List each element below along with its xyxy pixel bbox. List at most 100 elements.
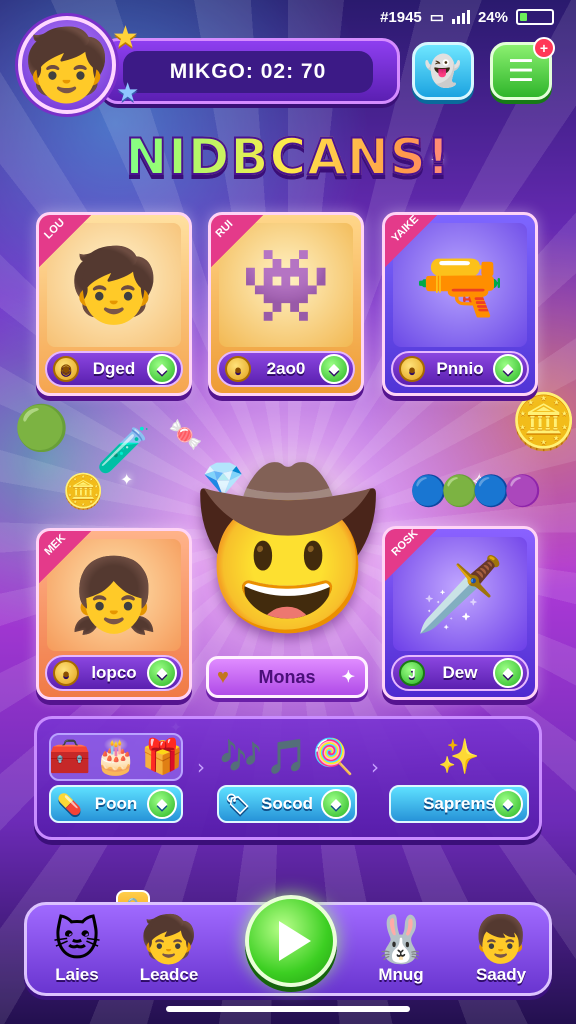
go-button[interactable]: ◆ [147,789,177,819]
top-bar: MIKGO: 02: 70 [100,38,400,104]
nav-label: Mnug [378,965,424,984]
star-icon: ★ [112,20,139,55]
select-card-button[interactable]: ◆ [493,354,523,384]
character-card[interactable]: 👧 MEK ● lopco ◆ [36,528,192,700]
play-icon [279,921,311,961]
menu-icon: ☰ [507,53,535,89]
hero-name: Monas [258,666,316,687]
character-card[interactable]: 🧒 LOU ◉ Dged ◆ [36,212,192,396]
weapon-card[interactable]: 🔫 YAIKE ● Pnnio ◆ [382,212,538,396]
music-note-icon: 🎵 [265,737,309,777]
item-button[interactable]: 💊 Poon ◆ [49,785,183,823]
home-indicator[interactable] [166,1006,410,1012]
select-card-button[interactable]: ◆ [147,658,177,688]
card-label-bar: ◉ Dged ◆ [45,351,183,387]
box-icon: 🧰 [48,737,91,777]
card-label-bar: J Dew ◆ [391,655,529,691]
menu-button[interactable]: ☰ + [490,37,555,100]
cat-icon: 🐱 [53,912,101,966]
hero-label[interactable]: ♥ Monas ✦ [206,656,368,698]
boy-icon: 👦 [472,912,530,966]
bunny-icon: 🐰 [372,912,430,966]
nav-label: Leadce [139,965,199,984]
card-ribbon: RUI [211,215,263,267]
clock: #1945 [380,8,422,26]
cake-icon: 🎂 [94,737,138,777]
nav-item-laies[interactable]: 🐱 Laies [35,911,119,995]
capsule-icon: 🧪 [96,425,151,476]
notification-badge: + [533,37,555,59]
badge-icon: 🏷 [225,793,251,816]
hook-icon: J [399,660,425,686]
item-group: 🎶 🎵 🍭 🏷 Socod ◆ [217,733,357,833]
card-label: 2ao0 [266,359,306,378]
nav-label: Laies [55,965,99,984]
bottom-nav: 🐱 Laies 🧒 Leadce 🐰 Mnug 👦 Saady [24,895,552,996]
battery-percent: 24% [477,8,508,26]
item-label: Saprems [423,794,495,813]
card-label: lopco [91,663,137,682]
wifi-icon: ▭ [429,9,444,26]
signal-icon [451,10,470,24]
card-ribbon: ROSK [385,529,437,581]
music-note-icon: 🎶 [219,737,262,777]
hero-character[interactable]: 🤠 [190,450,386,650]
candy-icon: 🍬 [168,418,203,451]
nav-item-mnug[interactable]: 🐰 Mnug [359,911,443,995]
score-display: MIKGO: 02: 70 [123,51,373,93]
gift-icon: 🎁 [141,737,184,777]
select-card-button[interactable]: ◆ [319,354,349,384]
game-title: NIDBCANS! [0,127,576,187]
creature-card[interactable]: 👾 RUI ● 2ao0 ◆ [208,212,364,396]
pill-icon: 💊 [57,793,82,816]
location-pin-icon: ◉ [53,356,79,382]
heart-icon: ♥ [217,665,229,688]
nav-item-leadce[interactable]: 🧒 Leadce [127,911,211,995]
card-ribbon: YAIKE [385,215,437,267]
card-label-bar: ● Pnnio ◆ [391,351,529,387]
coin-icon: ● [399,356,425,382]
status-bar: #1945 ▭ 24% [380,6,554,28]
item-group: 🧰 🎂 🎁 💊 Poon ◆ [48,733,184,833]
card-ribbon: MEK [39,531,91,583]
coin-icon: 🪙 [62,472,105,512]
music-icons: 🎶 🎵 🍭 [217,733,357,781]
go-button[interactable]: ◆ [321,789,351,819]
select-card-button[interactable]: ◆ [493,658,523,688]
nav-item-saady[interactable]: 👦 Saady [459,911,543,995]
item-group: ✨ Saprems ◆ [389,733,529,833]
item-label: Socod [261,794,313,813]
coin-icon: 🪙 [510,390,576,453]
player-avatar[interactable]: 🧒 [18,16,116,114]
item-button[interactable]: 🏷 Socod ◆ [217,785,357,823]
star-icon: ★ [116,78,140,108]
select-card-button[interactable]: ◆ [147,354,177,384]
kid-icon: 🧒 [140,912,198,966]
sparkle-icon: ✦ [341,669,355,686]
sparkle-icon: ✦ [120,470,134,489]
ghost-chat-icon: 👻 [424,53,462,89]
card-ribbon: LOU [39,215,91,267]
coin-icon: 🟢 [14,403,69,454]
sparkle-candy-icon: ✨ [437,737,481,777]
player-face-icon: 🧒 [23,23,111,106]
card-label-bar: ● lopco ◆ [45,655,183,691]
weapon-card[interactable]: 🗡️ ROSK J Dew ◆ [382,526,538,700]
bead-string-icon: 🔵🟢🔵🟣 [410,474,541,509]
item-button[interactable]: Saprems ◆ [389,785,529,823]
play-button[interactable] [245,895,337,987]
card-label: Pnnio [436,359,484,378]
chevron-right-icon: › [197,755,205,779]
item-tray: 🧰 🎂 🎁 [48,733,184,781]
coin-icon: ● [225,356,251,382]
chat-button[interactable]: 👻 [412,42,474,100]
chevron-right-icon: › [371,755,379,779]
lollipop-icon: 🍭 [312,737,355,777]
coin-icon: ● [53,660,79,686]
sparkle-item-icons: ✨ [389,733,529,781]
item-label: Poon [94,794,138,813]
battery-fill [520,13,528,21]
go-button[interactable]: ◆ [493,789,523,819]
nav-label: Saady [475,965,527,984]
battery-icon [516,9,554,25]
